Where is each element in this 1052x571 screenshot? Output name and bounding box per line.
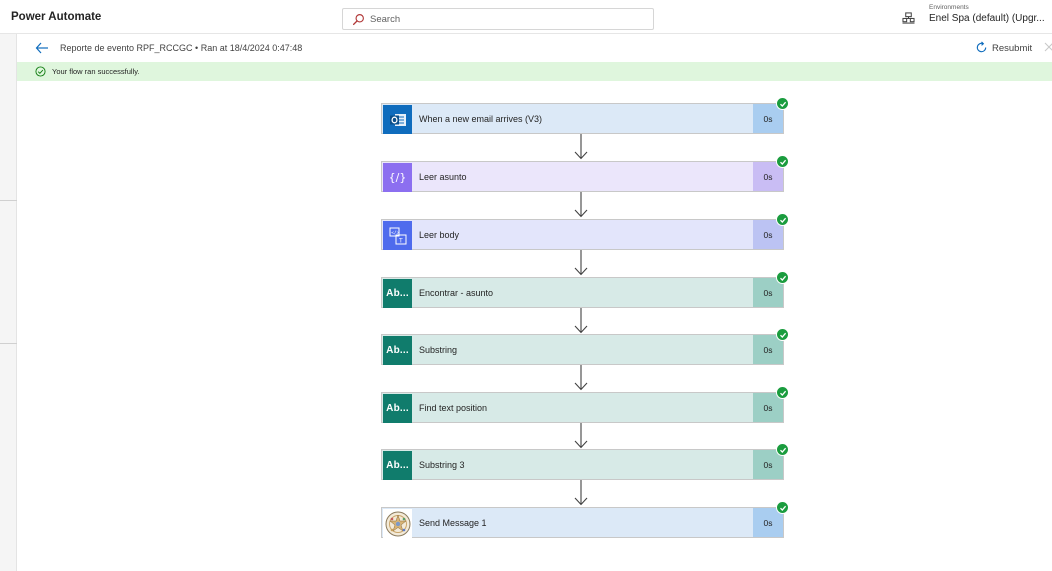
flow-step-substring[interactable]: Ab... Substring 0s (381, 328, 789, 365)
connector-arrow-icon (574, 250, 588, 276)
success-check-icon (776, 386, 789, 399)
text-functions-icon: Ab... (383, 279, 412, 308)
step-name: Substring 3 (419, 460, 465, 470)
connector-arrow-icon (574, 365, 588, 391)
html-to-text-icon: </> T (383, 221, 412, 250)
environment-label: Environments (929, 4, 969, 11)
environment-name[interactable]: Enel Spa (default) (Upgr... (929, 13, 1045, 24)
run-title: Reporte de evento RPF_RCCGC • Ran at 18/… (60, 43, 303, 53)
success-check-icon (776, 271, 789, 284)
text-functions-icon: Ab... (383, 451, 412, 480)
text-functions-icon: Ab... (383, 394, 412, 423)
search-input[interactable] (370, 11, 640, 27)
command-bar: Reporte de evento RPF_RCCGC • Ran at 18/… (17, 37, 1052, 59)
environment-icon (902, 12, 915, 24)
success-banner: Your flow ran successfully. (17, 62, 1052, 81)
success-message: Your flow ran successfully. (52, 67, 140, 76)
flow-step-leer-body[interactable]: </> T Leer body 0s (381, 213, 789, 250)
svg-text:T: T (398, 237, 403, 244)
left-nav-rail (0, 34, 17, 571)
step-name: Substring (419, 345, 458, 355)
flow-step-substring-3[interactable]: Ab... Substring 3 0s (381, 443, 789, 480)
top-header: Power Automate Environments Enel Spa (de… (0, 0, 1052, 34)
close-icon[interactable] (1043, 41, 1052, 53)
app-title[interactable]: Power Automate (11, 11, 101, 23)
connector-arrow-icon (574, 134, 588, 160)
flow-step-email-trigger[interactable]: When a new email arrives (V3) 0s (381, 97, 789, 134)
connector-arrow-icon (574, 480, 588, 506)
success-check-icon (776, 155, 789, 168)
success-check-icon (776, 213, 789, 226)
connector-logo-icon (383, 509, 412, 538)
success-check-icon (776, 501, 789, 514)
success-check-icon (776, 443, 789, 456)
flow-canvas (17, 81, 1052, 571)
step-name: Encontrar - asunto (419, 288, 494, 298)
flow-step-send-message-1[interactable]: Send Message 1 0s (381, 501, 789, 538)
step-name: When a new email arrives (V3) (419, 114, 543, 124)
environment-picker[interactable]: Environments Enel Spa (default) (Upgr... (902, 3, 1052, 31)
flow-step-encontrar-asunto[interactable]: Ab... Encontrar - asunto 0s (381, 271, 789, 308)
step-name: Leer body (419, 230, 460, 240)
success-check-icon (35, 66, 46, 77)
step-name: Send Message 1 (419, 518, 487, 528)
connector-arrow-icon (574, 192, 588, 218)
compose-icon: {∕} (383, 163, 412, 192)
outlook-icon (383, 105, 412, 134)
connector-arrow-icon (574, 308, 588, 334)
step-name: Find text position (419, 403, 488, 413)
refresh-icon (976, 41, 987, 53)
connector-arrow-icon (574, 423, 588, 449)
success-check-icon (776, 97, 789, 110)
rail-divider (0, 200, 17, 201)
flow-step-find-text-position[interactable]: Ab... Find text position 0s (381, 386, 789, 423)
success-check-icon (776, 328, 789, 341)
step-name: Leer asunto (419, 172, 467, 182)
search-icon (352, 14, 364, 26)
resubmit-label: Resubmit (992, 43, 1033, 54)
back-arrow-icon[interactable] (34, 40, 50, 56)
rail-divider (0, 343, 17, 344)
text-functions-icon: Ab... (383, 336, 412, 365)
flow-step-leer-asunto[interactable]: {∕} Leer asunto 0s (381, 155, 789, 192)
search-box[interactable] (342, 8, 654, 30)
